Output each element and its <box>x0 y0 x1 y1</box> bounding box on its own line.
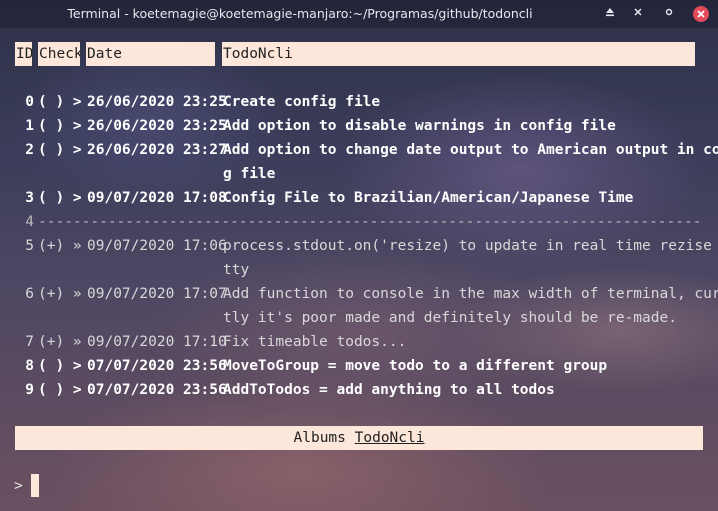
header-check: Check <box>38 42 80 66</box>
group-tab-albums[interactable]: Albums <box>294 430 346 446</box>
todo-text[interactable]: Add function to console in the max width… <box>223 282 718 306</box>
todo-date: 07/07/2020 23:56 <box>87 358 227 374</box>
todo-text[interactable]: AddToTodos = add anything to all todos <box>223 378 708 402</box>
todo-check: ( ) > <box>38 118 82 134</box>
todo-check: ( ) > <box>38 142 82 158</box>
todo-id: 6 <box>25 286 34 302</box>
todo-check: ( ) > <box>38 382 82 398</box>
todo-date: 09/07/2020 17:08 <box>87 190 227 206</box>
todo-date: 26/06/2020 23:27 <box>87 142 227 158</box>
todo-date: 26/06/2020 23:25 <box>87 94 227 110</box>
todo-check: ( ) > <box>38 190 82 206</box>
group-tab-todoncli[interactable]: TodoNcli <box>355 430 425 446</box>
todo-id: 4 <box>25 214 34 230</box>
todo-text[interactable]: Add option to change date output to Amer… <box>223 138 718 162</box>
todo-text-continuation: g file <box>223 166 276 182</box>
todo-id: 7 <box>25 334 34 350</box>
todo-text[interactable]: Config File to Brazilian/American/Japane… <box>223 186 708 210</box>
prompt-symbol: > <box>14 478 23 494</box>
input-cursor[interactable] <box>31 474 39 497</box>
todo-id: 9 <box>25 382 34 398</box>
todo-date: 09/07/2020 17:07 <box>87 286 227 302</box>
todo-date: 26/06/2020 23:25 <box>87 118 227 134</box>
todo-id: 1 <box>25 118 34 134</box>
todo-check: (+) » <box>38 334 82 350</box>
todo-date: 09/07/2020 17:06 <box>87 238 227 254</box>
todo-id: 0 <box>25 94 34 110</box>
todo-text[interactable]: Create config file <box>223 90 708 114</box>
separator-line: ----------------------------------------… <box>38 214 703 230</box>
todo-date: 07/07/2020 23:56 <box>87 382 227 398</box>
todo-check: ( ) > <box>38 358 82 374</box>
window-title: Terminal - koetemagie@koetemagie-manjaro… <box>67 6 533 21</box>
minimize-button[interactable] <box>630 6 646 22</box>
todo-text[interactable]: Add option to disable warnings in config… <box>223 114 708 138</box>
header-date: Date <box>86 42 215 66</box>
todo-text[interactable]: process.stdout.on('resize) to update in … <box>223 234 712 258</box>
todo-check: (+) » <box>38 238 82 254</box>
header-id: ID <box>15 42 32 66</box>
todo-id: 2 <box>25 142 34 158</box>
terminal-window: Terminal - koetemagie@koetemagie-manjaro… <box>0 0 718 511</box>
todo-text[interactable]: MoveToGroup = move todo to a different g… <box>223 354 708 378</box>
maximize-icon <box>665 8 673 16</box>
title-bar[interactable]: Terminal - koetemagie@koetemagie-manjaro… <box>0 0 718 28</box>
todo-check: ( ) > <box>38 94 82 110</box>
group-bar: Albums TodoNcli <box>15 426 703 450</box>
todo-id: 5 <box>25 238 34 254</box>
todo-id: 3 <box>25 190 34 206</box>
keep-above-button[interactable] <box>602 6 618 22</box>
todo-text-continuation: tly it's poor made and definitely should… <box>223 310 677 326</box>
maximize-button[interactable] <box>661 6 677 22</box>
minimize-icon <box>634 8 642 16</box>
todo-text[interactable]: Fix timeable todos... <box>223 330 708 354</box>
todo-id: 8 <box>25 358 34 374</box>
todo-check: (+) » <box>38 286 82 302</box>
close-icon <box>697 10 705 18</box>
todo-text-continuation: tty <box>223 262 250 278</box>
todo-date: 09/07/2020 17:10 <box>87 334 227 350</box>
keep-above-icon <box>606 8 614 17</box>
header-todo: TodoNcli <box>222 42 695 66</box>
close-button[interactable] <box>693 6 709 22</box>
